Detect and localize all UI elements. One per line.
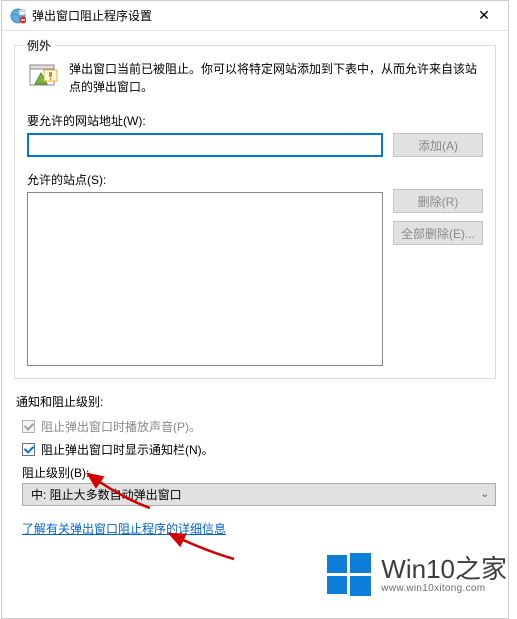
remove-button[interactable]: 删除(R) (393, 189, 483, 213)
address-label: 要允许的网站地址(W): (27, 112, 483, 129)
info-text: 弹出窗口当前已被阻止。你可以将特定网站添加到下表中，从而允许来自该站点的弹出窗口… (69, 60, 483, 96)
close-icon: ✕ (478, 7, 490, 24)
allowed-row: 允许的站点(S): 删除(R) 全部删除(E)... (27, 171, 483, 366)
notify-checkbox (22, 443, 35, 456)
info-row: 弹出窗口当前已被阻止。你可以将特定网站添加到下表中，从而允许来自该站点的弹出窗口… (27, 60, 483, 96)
chevron-down-icon: ⌄ (481, 489, 489, 500)
watermark: Win10之家 www.win10xitong.com (325, 551, 507, 599)
allowed-sites-listbox[interactable] (27, 192, 383, 366)
watermark-sub: www.win10xitong.com (381, 584, 507, 594)
dialog-window: 弹出窗口阻止程序设置 ✕ 例外 弹出窗口当前已被阻止 (1, 0, 509, 619)
block-level-dropdown[interactable]: 中: 阻止大多数自动弹出窗口 ⌄ (22, 483, 496, 506)
address-input[interactable] (27, 133, 383, 157)
remove-all-button[interactable]: 全部删除(E)... (393, 221, 483, 245)
notify-checkbox-row[interactable]: 阻止弹出窗口时显示通知栏(N)。 (22, 441, 496, 458)
watermark-text: Win10之家 www.win10xitong.com (381, 556, 507, 594)
address-input-row: 添加(A) (27, 133, 483, 157)
info-icon (27, 60, 59, 92)
sound-checkbox-label: 阻止弹出窗口时播放声音(P)。 (41, 418, 201, 435)
close-button[interactable]: ✕ (464, 2, 504, 30)
notify-checkbox-label: 阻止弹出窗口时显示通知栏(N)。 (41, 441, 214, 458)
popup-blocker-icon (10, 8, 26, 24)
learn-more-link[interactable]: 了解有关弹出窗口阻止程序的详细信息 (22, 520, 226, 537)
list-buttons: 删除(R) 全部删除(E)... (393, 189, 483, 245)
window-title: 弹出窗口阻止程序设置 (32, 7, 152, 24)
sound-checkbox-row[interactable]: 阻止弹出窗口时播放声音(P)。 (22, 418, 496, 435)
level-label: 阻止级别(B): (22, 464, 89, 481)
allowed-col: 允许的站点(S): (27, 171, 383, 366)
allowed-label: 允许的站点(S): (27, 171, 383, 188)
exceptions-group: 例外 弹出窗口当前已被阻止。你可以将特定网站添加到下表中，从而允许来自该站点的弹… (14, 45, 496, 379)
notification-section-title: 通知和阻止级别: (16, 393, 496, 410)
windows-logo-icon (325, 551, 373, 599)
sound-checkbox (22, 420, 35, 433)
level-label-row: 阻止级别(B): (22, 464, 496, 481)
title-left: 弹出窗口阻止程序设置 (10, 7, 152, 24)
titlebar: 弹出窗口阻止程序设置 ✕ (2, 1, 508, 31)
content-area: 例外 弹出窗口当前已被阻止。你可以将特定网站添加到下表中，从而允许来自该站点的弹… (2, 45, 508, 547)
exceptions-group-title: 例外 (23, 37, 55, 54)
add-button[interactable]: 添加(A) (393, 133, 483, 157)
watermark-main: Win10之家 (381, 556, 507, 582)
block-level-value: 中: 阻止大多数自动弹出窗口 (31, 486, 182, 503)
